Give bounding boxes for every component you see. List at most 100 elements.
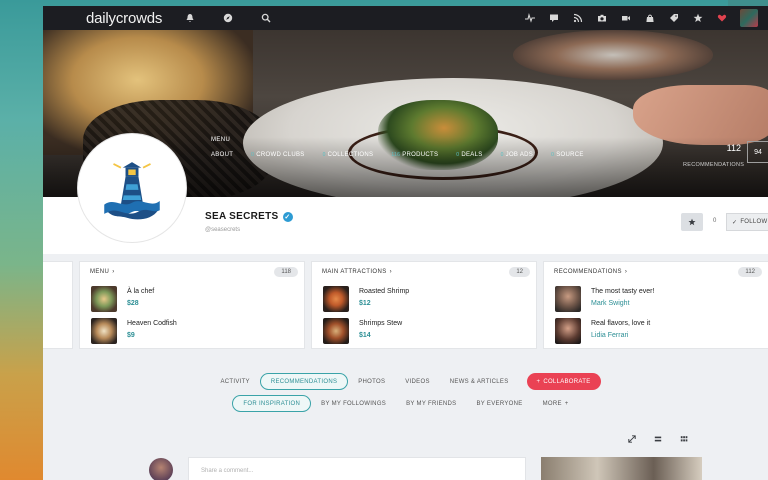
follower-count: 0 (713, 218, 717, 224)
activity-icon[interactable] (518, 6, 542, 30)
reviewer-avatar (555, 286, 581, 312)
site-logo[interactable]: dailycrowds (86, 10, 162, 27)
recommendations-label: RECOMMENDATIONS (683, 162, 745, 168)
list-item-title: Roasted Shrimp (359, 288, 410, 295)
recommendations-card: RECOMMENDATIONS › 112 The most tasty ever… (543, 261, 768, 349)
bag-icon[interactable] (638, 6, 662, 30)
list-item-title: Heaven Codfish (127, 320, 177, 327)
search-icon[interactable] (254, 6, 278, 30)
brand-handle: @seasecrets (205, 227, 241, 233)
recommendations-counter[interactable]: 112 RECOMMENDATIONS (683, 143, 745, 171)
verified-badge-icon: ✓ (282, 211, 293, 222)
tab-activity[interactable]: ACTIVITY (210, 373, 259, 390)
cover-plate-background (513, 30, 713, 80)
nav-right-icons (518, 6, 758, 30)
main-attractions-card-header[interactable]: MAIN ATTRACTIONS › (322, 269, 392, 275)
list-item-price: $14 (359, 332, 371, 339)
cover-menu-label[interactable]: MENU (211, 137, 230, 143)
current-user-avatar (149, 458, 173, 480)
list-item[interactable]: Heaven Codfish $9 (91, 318, 177, 344)
top-navigation-bar: dailycrowds (43, 6, 768, 30)
profile-nav-source[interactable]: 0 SOURCE (551, 152, 584, 158)
menu-card-count: 118 (274, 267, 298, 277)
chevron-right-icon: › (389, 269, 393, 275)
list-item[interactable]: Shrimps Stew $14 (323, 318, 402, 344)
brand-name-text: SEA SECRETS (205, 211, 279, 222)
profile-nav-crowd-clubs[interactable]: 0 CROWD CLUBS (251, 152, 304, 158)
list-view-icon[interactable] (653, 434, 663, 444)
filter-by-my-friends[interactable]: BY MY FRIENDS (396, 395, 466, 412)
collaborate-button[interactable]: + COLLABORATE (526, 373, 601, 390)
heart-icon[interactable] (710, 6, 734, 30)
dish-thumbnail (91, 286, 117, 312)
profile-nav-deals[interactable]: 0 DEALS (456, 152, 482, 158)
profile-nav-products[interactable]: 116 PRODUCTS (391, 152, 438, 158)
main-attractions-card: MAIN ATTRACTIONS › 12 Roasted Shrimp $12 … (311, 261, 537, 349)
tab-videos[interactable]: VIDEOS (395, 373, 439, 390)
recommendations-card-count: 112 (738, 267, 762, 277)
filter-by-everyone[interactable]: BY EVERYONE (466, 395, 532, 412)
compass-icon[interactable] (216, 6, 240, 30)
tag-icon[interactable] (662, 6, 686, 30)
star-icon[interactable] (686, 6, 710, 30)
highlight-cards: MENU › 118 À la chef $28 Heaven Codfish $… (43, 255, 768, 351)
chat-icon[interactable] (542, 6, 566, 30)
tab-photos[interactable]: PHOTOS (348, 373, 395, 390)
recommendations-card-header[interactable]: RECOMMENDATIONS › (554, 269, 627, 275)
follow-button[interactable]: ✓ FOLLOW (726, 213, 768, 231)
check-icon: ✓ (732, 219, 738, 226)
brand-avatar[interactable] (78, 134, 186, 242)
filter-more-label: MORE (542, 400, 562, 407)
user-avatar[interactable] (740, 9, 758, 27)
plus-icon: + (564, 400, 569, 407)
brand-name: SEA SECRETS ✓ (205, 211, 293, 222)
score-badge: 94 (747, 141, 768, 163)
view-options (627, 434, 689, 444)
reviewer-name[interactable]: Lidia Ferrari (591, 332, 650, 339)
grid-view-icon[interactable] (679, 434, 689, 444)
list-item[interactable]: Roasted Shrimp $12 (323, 286, 409, 312)
review-title: Real flavors, love it (591, 320, 651, 327)
profile-nav-collections[interactable]: 0 COLLECTIONS (323, 152, 374, 158)
tab-news-articles[interactable]: NEWS & ARTICLES (440, 373, 519, 390)
dish-thumbnail (323, 286, 349, 312)
list-item[interactable]: Real flavors, love it Lidia Ferrari (555, 318, 650, 344)
dish-thumbnail (323, 318, 349, 344)
plus-icon: + (536, 378, 541, 385)
profile-nav: ABOUT 0 CROWD CLUBS 0 COLLECTIONS 116 PRODU… (211, 152, 596, 158)
comment-input[interactable]: Share a comment... (188, 457, 526, 480)
profile-nav-about[interactable]: ABOUT (211, 152, 233, 158)
list-item-price: $12 (359, 300, 371, 307)
menu-card-header[interactable]: MENU › (90, 269, 115, 275)
nav-left-icons (178, 6, 278, 30)
star-icon (688, 218, 696, 226)
list-item-title: Shrimps Stew (359, 320, 403, 327)
video-icon[interactable] (614, 6, 638, 30)
camera-icon[interactable] (590, 6, 614, 30)
profile-nav-job-ads[interactable]: 0 JOB ADS (501, 152, 534, 158)
favorite-button[interactable] (681, 213, 703, 231)
rss-icon[interactable] (566, 6, 590, 30)
expand-icon[interactable] (627, 434, 637, 444)
sidebar-photo[interactable] (541, 457, 702, 480)
collaborate-label: COLLABORATE (543, 378, 591, 385)
dish-thumbnail (91, 318, 117, 344)
menu-card: MENU › 118 À la chef $28 Heaven Codfish $… (79, 261, 305, 349)
filter-more[interactable]: MORE + (533, 395, 579, 412)
chevron-right-icon: › (112, 269, 115, 275)
filter-by-my-followings[interactable]: BY MY FOLLOWINGS (311, 395, 396, 412)
tab-recommendations[interactable]: RECOMMENDATIONS (259, 373, 349, 390)
reviewer-avatar (555, 318, 581, 344)
list-item-title: À la chef (127, 288, 155, 295)
reviewer-name[interactable]: Mark Swight (591, 300, 654, 307)
list-item[interactable]: À la chef $28 (91, 286, 154, 312)
bell-icon[interactable] (178, 6, 202, 30)
lighthouse-logo-icon (104, 162, 160, 220)
review-title: The most tasty ever! (591, 288, 655, 295)
previous-card[interactable] (43, 261, 73, 349)
list-item-price: $9 (127, 332, 135, 339)
filter-for-inspiration[interactable]: FOR INSPIRATION (232, 395, 312, 412)
list-item[interactable]: The most tasty ever! Mark Swight (555, 286, 654, 312)
recommendations-count: 112 (726, 143, 741, 153)
cover-hand (633, 85, 768, 145)
